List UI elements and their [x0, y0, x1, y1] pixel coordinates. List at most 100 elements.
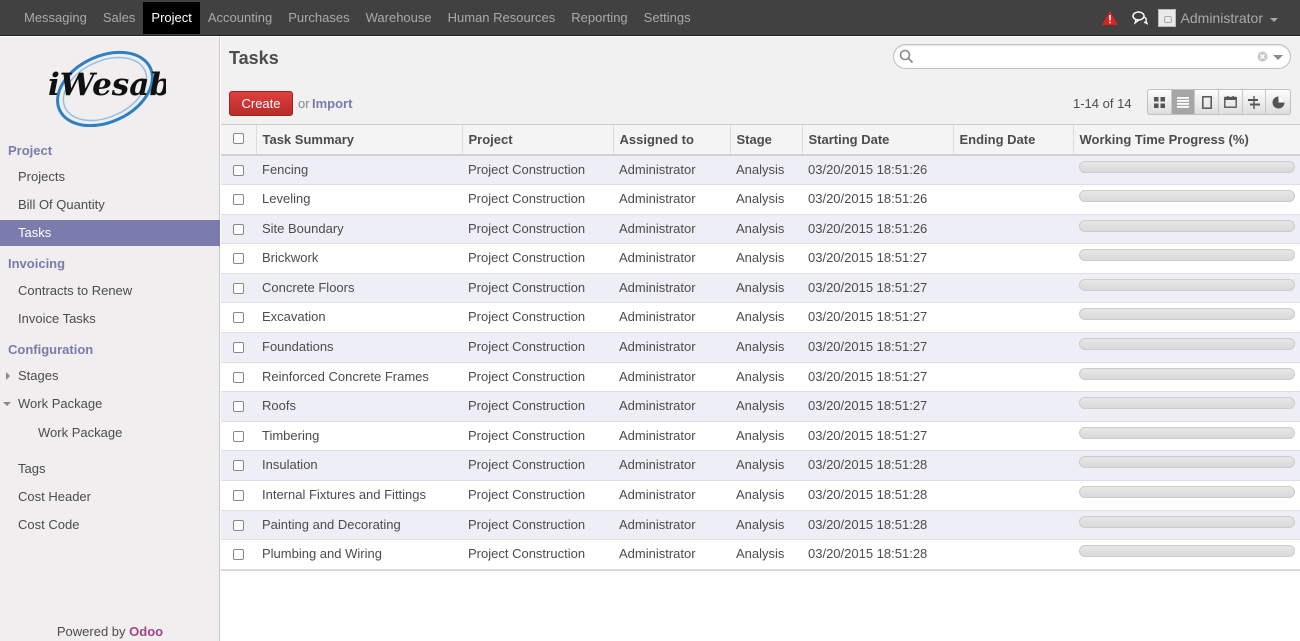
expand-arrow-icon[interactable] [6, 372, 10, 380]
progress-cell[interactable] [1073, 391, 1300, 422]
import-link[interactable]: Import [312, 96, 352, 111]
row-checkbox[interactable] [233, 194, 244, 206]
row-checkbox[interactable] [233, 253, 244, 265]
starting-date-cell[interactable]: 03/20/2015 18:51:28 [802, 450, 953, 482]
project-cell[interactable]: Project Construction [462, 362, 613, 393]
table-row[interactable]: Excavation Project Construction Administra… [221, 302, 1300, 334]
progress-cell[interactable] [1073, 539, 1300, 570]
user-name[interactable]: Administrator [1181, 10, 1263, 26]
row-checkbox[interactable] [233, 401, 244, 413]
menu-reporting[interactable]: Reporting [563, 2, 635, 34]
select-all-checkbox[interactable] [232, 133, 244, 144]
stage-cell[interactable]: Analysis [730, 214, 802, 245]
stage-cell[interactable]: Analysis [730, 480, 802, 511]
sidebar-item-tags[interactable]: Tags [0, 456, 220, 482]
task-summary-cell[interactable]: Concrete Floors [256, 273, 462, 304]
progress-cell[interactable] [1073, 362, 1300, 393]
project-cell[interactable]: Project Construction [462, 539, 613, 570]
table-row[interactable]: Concrete Floors Project Construction Admin… [221, 273, 1300, 304]
kanban-view-button[interactable] [1148, 90, 1172, 114]
task-summary-cell[interactable]: Site Boundary [256, 214, 462, 245]
table-row[interactable]: Timbering Project Construction Administrat… [221, 421, 1300, 452]
ending-date-cell[interactable] [953, 155, 1073, 186]
calendar-view-button[interactable] [1219, 90, 1243, 114]
sidebar-item-bill-of-quantity[interactable]: Bill Of Quantity [0, 192, 220, 218]
stage-cell[interactable]: Analysis [730, 243, 802, 274]
form-view-button[interactable] [1195, 90, 1220, 114]
ending-date-cell[interactable] [953, 421, 1073, 452]
stage-cell[interactable]: Analysis [730, 450, 802, 482]
project-cell[interactable]: Project Construction [462, 184, 613, 215]
stage-cell[interactable]: Analysis [730, 273, 802, 304]
stage-cell[interactable]: Analysis [730, 510, 802, 541]
project-cell[interactable]: Project Construction [462, 421, 613, 452]
sidebar-item-invoice-tasks[interactable]: Invoice Tasks [0, 306, 220, 332]
stage-cell[interactable]: Analysis [730, 332, 802, 363]
row-checkbox[interactable] [233, 312, 244, 324]
starting-date-cell[interactable]: 03/20/2015 18:51:27 [802, 243, 953, 274]
column-project[interactable]: Project [462, 125, 614, 156]
sidebar-item-work-package[interactable]: Work Package [0, 391, 220, 417]
warning-icon[interactable] [1101, 11, 1118, 25]
column-ending-date[interactable]: Ending Date [953, 125, 1074, 156]
project-cell[interactable]: Project Construction [462, 480, 613, 511]
task-summary-cell[interactable]: Foundations [256, 332, 462, 363]
assigned-to-cell[interactable]: Administrator [613, 243, 730, 274]
assigned-to-cell[interactable]: Administrator [613, 155, 730, 186]
task-summary-cell[interactable]: Internal Fixtures and Fittings [256, 480, 462, 511]
starting-date-cell[interactable]: 03/20/2015 18:51:26 [802, 184, 953, 215]
assigned-to-cell[interactable]: Administrator [613, 539, 730, 570]
row-checkbox[interactable] [233, 490, 244, 502]
stage-cell[interactable]: Analysis [730, 391, 802, 422]
progress-cell[interactable] [1073, 302, 1300, 334]
project-cell[interactable]: Project Construction [462, 214, 613, 245]
progress-cell[interactable] [1073, 155, 1300, 186]
ending-date-cell[interactable] [953, 273, 1073, 304]
task-summary-cell[interactable]: Roofs [256, 391, 462, 422]
chat-icon[interactable] [1131, 11, 1148, 25]
task-summary-cell[interactable]: Reinforced Concrete Frames [256, 362, 462, 393]
column-stage[interactable]: Stage [730, 125, 803, 156]
progress-cell[interactable] [1073, 184, 1300, 215]
stage-cell[interactable]: Analysis [730, 539, 802, 570]
stage-cell[interactable]: Analysis [730, 184, 802, 215]
graph-view-button[interactable] [1266, 90, 1290, 114]
ending-date-cell[interactable] [953, 450, 1073, 482]
column-assigned-to[interactable]: Assigned to [613, 125, 731, 156]
row-checkbox[interactable] [233, 460, 244, 472]
menu-purchases[interactable]: Purchases [280, 2, 357, 34]
progress-cell[interactable] [1073, 243, 1300, 274]
sidebar-item-cost-header[interactable]: Cost Header [0, 484, 220, 510]
progress-cell[interactable] [1073, 214, 1300, 245]
menu-settings[interactable]: Settings [636, 2, 699, 34]
row-checkbox[interactable] [233, 223, 244, 235]
starting-date-cell[interactable]: 03/20/2015 18:51:27 [802, 391, 953, 422]
chevron-down-icon[interactable] [1270, 17, 1278, 22]
ending-date-cell[interactable] [953, 332, 1073, 363]
row-checkbox[interactable] [233, 282, 244, 294]
ending-date-cell[interactable] [953, 214, 1073, 245]
table-row[interactable]: Foundations Project Construction Administr… [221, 332, 1300, 363]
progress-cell[interactable] [1073, 480, 1300, 511]
row-checkbox[interactable] [233, 165, 244, 176]
ending-date-cell[interactable] [953, 480, 1073, 511]
gantt-view-button[interactable] [1243, 90, 1267, 114]
menu-sales[interactable]: Sales [95, 2, 144, 34]
starting-date-cell[interactable]: 03/20/2015 18:51:26 [802, 214, 953, 245]
assigned-to-cell[interactable]: Administrator [613, 480, 730, 511]
sidebar-item-work-package-sub[interactable]: Work Package [0, 420, 220, 446]
sidebar-item-contracts-to-renew[interactable]: Contracts to Renew [0, 278, 220, 304]
assigned-to-cell[interactable]: Administrator [613, 391, 730, 422]
table-row[interactable]: Internal Fixtures and Fittings Project Co… [221, 480, 1300, 511]
menu-messaging[interactable]: Messaging [16, 2, 95, 34]
starting-date-cell[interactable]: 03/20/2015 18:51:27 [802, 421, 953, 452]
row-checkbox[interactable] [233, 549, 244, 561]
search-input[interactable] [918, 48, 1258, 66]
task-summary-cell[interactable]: Brickwork [256, 243, 462, 274]
ending-date-cell[interactable] [953, 302, 1073, 334]
table-row[interactable]: Roofs Project Construction Administrator An… [221, 391, 1300, 422]
clear-icon[interactable] [1257, 51, 1268, 62]
progress-cell[interactable] [1073, 273, 1300, 304]
assigned-to-cell[interactable]: Administrator [613, 332, 730, 363]
project-cell[interactable]: Project Construction [462, 332, 613, 363]
